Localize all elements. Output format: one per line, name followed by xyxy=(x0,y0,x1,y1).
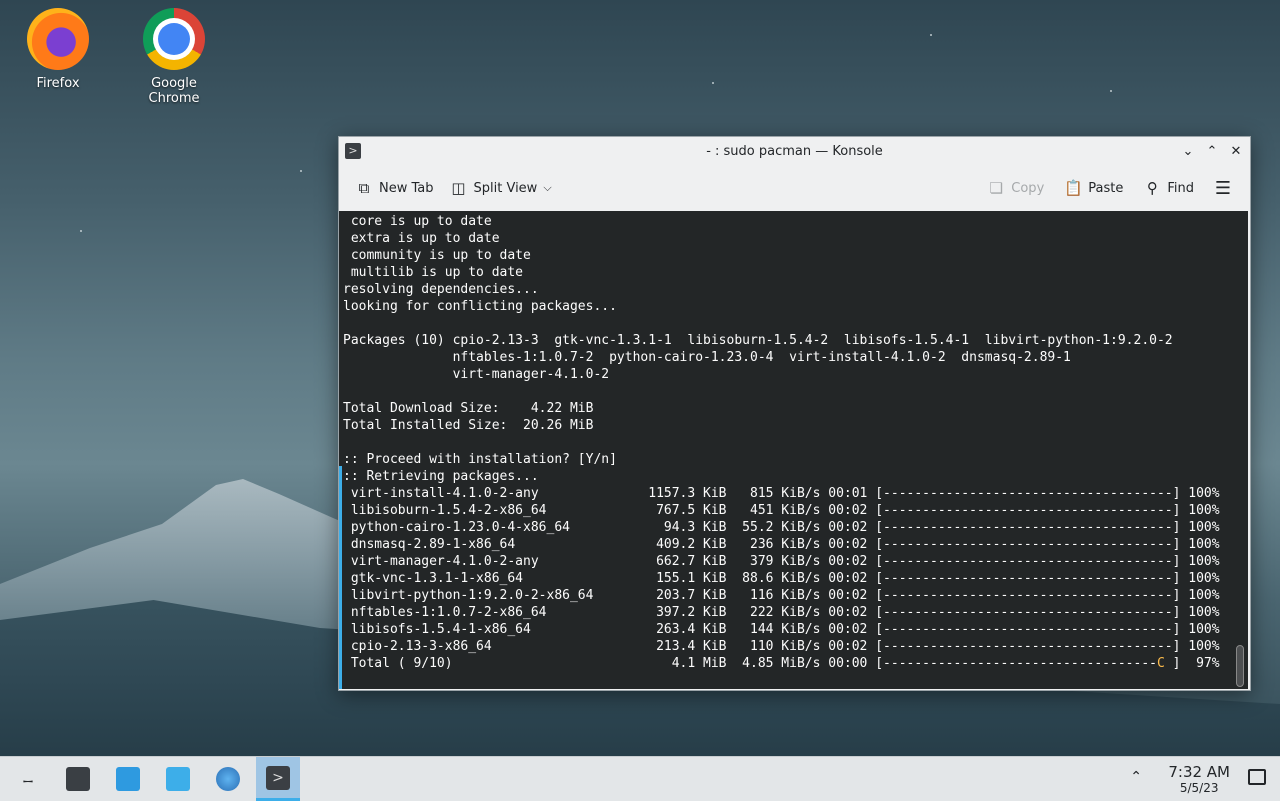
taskbar-discover[interactable] xyxy=(106,757,150,801)
window-controls: ⌄ ⌃ ✕ xyxy=(1178,141,1246,161)
find-label: Find xyxy=(1167,180,1194,196)
terminal-line: community is up to date xyxy=(350,248,531,263)
chevron-down-icon: ⌄ xyxy=(1182,143,1194,159)
close-icon: ✕ xyxy=(1230,143,1242,159)
total-line-prefix: Total ( 9/10) 4.1 MiB 4.85 MiB/s 00:00 [… xyxy=(343,656,1157,671)
wallpaper-star xyxy=(1110,90,1112,92)
firefox-icon xyxy=(27,8,89,70)
clock-date: 5/5/23 xyxy=(1179,781,1219,795)
clock[interactable]: 7:32 AM 5/5/23 xyxy=(1168,763,1230,795)
terminal-line: gtk-vnc-1.3.1-1-x86_64 155.1 KiB 88.6 Ki… xyxy=(350,571,1220,586)
hamburger-menu-icon: ☰ xyxy=(1214,177,1232,199)
chevron-up-icon: ⌃ xyxy=(1206,143,1218,159)
terminal-line: resolving dependencies... xyxy=(343,282,539,297)
terminal-line: libvirt-python-1:9.2.0-2-x86_64 203.7 Ki… xyxy=(350,588,1220,603)
desktop-icon-label: Firefox xyxy=(36,76,80,91)
globe-icon xyxy=(216,767,240,791)
desktop-icon-label: Google Chrome xyxy=(148,76,200,106)
desktop-icon-chrome[interactable]: Google Chrome xyxy=(124,8,224,106)
copy-label: Copy xyxy=(1011,180,1045,196)
konsole-window[interactable]: > - : sudo pacman — Konsole ⌄ ⌃ ✕ ⧉ New … xyxy=(338,136,1251,691)
new-tab-icon: ⧉ xyxy=(358,179,370,197)
wallpaper-star xyxy=(930,34,932,36)
tray-expand-button[interactable]: ⌃ xyxy=(1130,769,1142,785)
terminal-lines: core is up to date extra is up to date c… xyxy=(343,214,1220,654)
split-view-icon: ◫ xyxy=(451,179,466,197)
taskbar-system-settings[interactable] xyxy=(56,757,100,801)
minimize-button[interactable]: ⌄ xyxy=(1178,141,1198,161)
paste-label: Paste xyxy=(1088,180,1124,196)
split-view-label: Split View xyxy=(473,180,538,196)
app-launcher-icon: ⧿ xyxy=(23,767,33,791)
terminal-line: nftables-1:1.0.7-2 python-cairo-1.23.0-4… xyxy=(452,350,1071,365)
terminal-line: :: Proceed with installation? [Y/n] xyxy=(343,452,617,467)
terminal-total-line: Total ( 9/10) 4.1 MiB 4.85 MiB/s 00:00 [… xyxy=(343,656,1220,671)
split-view-button[interactable]: ◫ Split View ⌵ xyxy=(442,175,560,201)
wallpaper-star xyxy=(80,230,82,232)
terminal-line: Total Download Size: 4.22 MiB xyxy=(343,401,594,416)
terminal-icon: > xyxy=(266,765,290,790)
terminal-line: extra is up to date xyxy=(350,231,500,246)
paste-button[interactable]: 📋 Paste xyxy=(1056,175,1131,201)
clock-time: 7:32 AM xyxy=(1168,763,1230,781)
paste-icon: 📋 xyxy=(1064,179,1083,197)
wallpaper-star xyxy=(300,170,302,172)
search-icon: ⚲ xyxy=(1146,179,1158,197)
copy-icon: ❏ xyxy=(989,179,1003,197)
terminal-line: Packages (10) cpio-2.13-3 gtk-vnc-1.3.1-… xyxy=(343,333,1173,348)
terminal-line: libisoburn-1.5.4-2-x86_64 767.5 KiB 451 … xyxy=(350,503,1220,518)
terminal-line: Total Installed Size: 20.26 MiB xyxy=(343,418,594,433)
terminal-line: cpio-2.13-3-x86_64 213.4 KiB 110 KiB/s 0… xyxy=(350,639,1220,654)
window-titlebar[interactable]: > - : sudo pacman — Konsole ⌄ ⌃ ✕ xyxy=(339,137,1250,165)
new-tab-label: New Tab xyxy=(379,180,434,196)
maximize-button[interactable]: ⌃ xyxy=(1202,141,1222,161)
folder-icon xyxy=(166,767,190,791)
terminal-selection-marker xyxy=(339,466,342,689)
taskbar-konsole[interactable]: > xyxy=(256,757,300,801)
taskbar: ⧿ > ⌃ 7:32 AM 5/5/23 xyxy=(0,756,1280,801)
chevron-down-icon: ⌵ xyxy=(543,181,552,194)
terminal-scrollbar[interactable] xyxy=(1236,645,1244,687)
store-icon xyxy=(116,767,140,791)
settings-icon xyxy=(66,767,90,791)
chevron-up-icon: ⌃ xyxy=(1130,769,1142,785)
hamburger-menu-button[interactable]: ☰ xyxy=(1206,174,1240,203)
terminal-output[interactable]: core is up to date extra is up to date c… xyxy=(339,211,1248,689)
total-line-suffix: ] 97% xyxy=(1164,656,1220,671)
terminal-line: looking for conflicting packages... xyxy=(343,299,617,314)
taskbar-file-manager[interactable] xyxy=(156,757,200,801)
new-tab-button[interactable]: ⧉ New Tab xyxy=(347,175,442,201)
terminal-line: virt-manager-4.1.0-2 xyxy=(452,367,610,382)
close-button[interactable]: ✕ xyxy=(1226,141,1246,161)
konsole-toolbar: ⧉ New Tab ◫ Split View ⌵ ❏ Copy 📋 Paste … xyxy=(339,165,1250,211)
konsole-app-icon[interactable]: > xyxy=(345,143,361,159)
chrome-icon xyxy=(143,8,205,70)
taskbar-browser[interactable] xyxy=(206,757,250,801)
terminal-line: core is up to date xyxy=(350,214,492,229)
terminal-line: virt-manager-4.1.0-2-any 662.7 KiB 379 K… xyxy=(350,554,1220,569)
app-launcher-button[interactable]: ⧿ xyxy=(6,757,50,801)
toolbar-right-group: ❏ Copy 📋 Paste ⚲ Find ☰ xyxy=(979,165,1240,211)
terminal-line: nftables-1:1.0.7-2-x86_64 397.2 KiB 222 … xyxy=(350,605,1220,620)
wallpaper-star xyxy=(712,82,714,84)
copy-button[interactable]: ❏ Copy xyxy=(979,175,1052,201)
desktop-icon-firefox[interactable]: Firefox xyxy=(8,8,108,91)
show-desktop-button[interactable] xyxy=(1248,769,1266,785)
terminal-line: virt-install-4.1.0-2-any 1157.3 KiB 815 … xyxy=(350,486,1220,501)
terminal-line: multilib is up to date xyxy=(350,265,524,280)
terminal-text: core is up to date extra is up to date c… xyxy=(339,211,1248,672)
terminal-line: :: Retrieving packages... xyxy=(343,469,539,484)
terminal-line: libisofs-1.5.4-1-x86_64 263.4 KiB 144 Ki… xyxy=(350,622,1220,637)
progress-cursor: C xyxy=(1156,656,1165,671)
find-button[interactable]: ⚲ Find xyxy=(1135,175,1202,201)
terminal-line: python-cairo-1.23.0-4-x86_64 94.3 KiB 55… xyxy=(350,520,1220,535)
window-title: - : sudo pacman — Konsole xyxy=(706,143,883,159)
terminal-line: dnsmasq-2.89-1-x86_64 409.2 KiB 236 KiB/… xyxy=(350,537,1220,552)
